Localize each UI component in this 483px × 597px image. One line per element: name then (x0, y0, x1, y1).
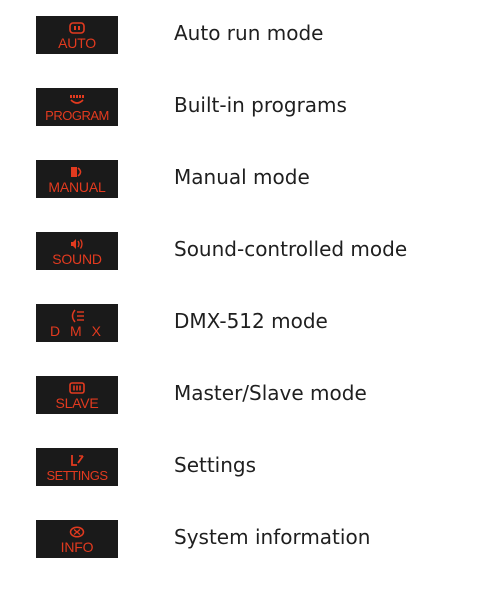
auto-mode-description: Auto run mode (174, 21, 324, 45)
auto-badge-label: AUTO (58, 35, 96, 51)
slave-icon (62, 380, 92, 396)
sound-mode-description: Sound-controlled mode (174, 237, 408, 261)
mode-row-auto: AUTO Auto run mode (0, 8, 483, 58)
settings-description: Settings (174, 453, 257, 477)
sound-icon (62, 236, 92, 252)
slave-badge: SLAVE (36, 376, 118, 414)
mode-row-slave: SLAVE Master/Slave mode (0, 368, 483, 418)
settings-badge: SETTINGS (36, 448, 118, 486)
dmx-mode-description: DMX-512 mode (174, 309, 328, 333)
info-description: System information (174, 525, 371, 549)
program-badge: PROGRAM (36, 88, 118, 126)
auto-badge: AUTO (36, 16, 118, 54)
info-badge: INFO (36, 520, 118, 558)
slave-badge-label: SLAVE (55, 395, 99, 411)
info-icon (62, 524, 92, 540)
manual-badge: MANUAL (36, 160, 118, 198)
mode-row-sound: SOUND Sound-controlled mode (0, 224, 483, 274)
slave-mode-description: Master/Slave mode (174, 381, 367, 405)
settings-badge-label: SETTINGS (46, 468, 108, 483)
manual-mode-description: Manual mode (174, 165, 310, 189)
dmx-badge-label: D M X (50, 323, 104, 339)
settings-icon (62, 452, 92, 468)
mode-row-dmx: D M X DMX-512 mode (0, 296, 483, 346)
dmx-icon (62, 308, 92, 324)
manual-badge-label: MANUAL (48, 179, 106, 195)
program-mode-description: Built-in programs (174, 93, 347, 117)
dmx-badge: D M X (36, 304, 118, 342)
info-badge-label: INFO (60, 539, 94, 555)
mode-list: AUTO Auto run mode PROGRAM Built-in prog… (0, 0, 483, 597)
mode-row-settings: SETTINGS Settings (0, 440, 483, 490)
mode-row-info: INFO System information (0, 512, 483, 562)
program-icon (62, 92, 92, 108)
program-badge-label: PROGRAM (45, 108, 109, 123)
mode-row-manual: MANUAL Manual mode (0, 152, 483, 202)
mode-row-program: PROGRAM Built-in programs (0, 80, 483, 130)
sound-badge-label: SOUND (52, 251, 102, 267)
auto-icon (62, 20, 92, 36)
sound-badge: SOUND (36, 232, 118, 270)
manual-icon (62, 164, 92, 180)
